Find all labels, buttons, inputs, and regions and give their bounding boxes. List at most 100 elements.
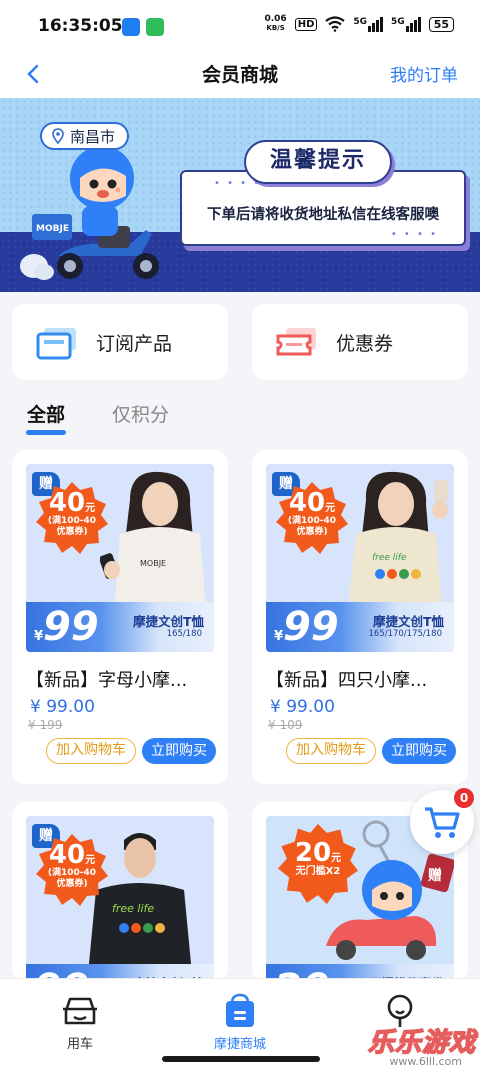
coupon-amount: 40 — [48, 840, 86, 870]
coupon-info: 40元 (满100-40 优惠券) — [36, 490, 108, 538]
coupons-entry[interactable]: 优惠券 — [252, 304, 468, 380]
strip-title: 摩捷文创T恤 — [132, 614, 204, 629]
notice-text: 下单后请将收货地址私信在线客服噢 — [207, 207, 439, 223]
coupon-name: 优惠券) — [296, 527, 328, 537]
price-strip: ¥99 摩捷文创T恤 165/180 — [26, 602, 214, 652]
product-price: ¥ 99.00 — [30, 697, 95, 717]
product-image[interactable]: free life 赠 40元 (满100-40 优惠券) 99 摩捷文创T恤 — [26, 816, 214, 982]
buy-now-button[interactable]: 立即购买 — [142, 738, 216, 764]
status-indicators: 0.06 KB/S HD 5G 5G 55 — [264, 15, 454, 33]
city-name: 南昌市 — [70, 127, 116, 146]
scooter-box-tag: MOBJE — [36, 224, 69, 234]
buy-now-button[interactable]: 立即购买 — [382, 738, 456, 764]
watermark: 乐乐游戏 www.6lll.com — [362, 1022, 480, 1072]
net-speed-unit: KB/S — [266, 24, 285, 32]
signal-5g-2-label: 5G — [391, 16, 405, 27]
shirt — [114, 527, 206, 610]
shirt-print: free life — [112, 902, 154, 915]
product-card[interactable]: MOBJE 赠 40元 (满100-40 优惠券) ¥99 摩捷文创T恤 165… — [12, 450, 228, 784]
signal-5g-1-label: 5G — [353, 16, 368, 27]
my-orders-link[interactable]: 我的订单 — [390, 61, 458, 86]
big-price-currency: ¥ — [274, 629, 284, 644]
big-price-value: 99 — [283, 604, 339, 650]
phone-notification-icon — [146, 18, 164, 36]
quick-entry-label: 优惠券 — [336, 333, 394, 355]
watermark-url: www.6lll.com — [389, 1055, 462, 1068]
notice-title: 温馨提示 — [244, 140, 392, 184]
tab-points-only[interactable]: 仅积分 — [112, 400, 169, 427]
price-strip: ¥99 摩捷文创T恤 165/170/175/180 — [266, 602, 454, 652]
strip-sizes: 165/180 — [166, 629, 202, 639]
shirt-print: MOBJE — [140, 559, 166, 568]
big-price: ¥99 — [274, 604, 339, 650]
coupon-amount: 40 — [48, 488, 86, 518]
tab-active-indicator — [26, 430, 66, 435]
notice-banner[interactable]: MOBJE 南昌市 • • • • 下单后请将收货地址私信在线客服噢 • • •… — [0, 98, 480, 292]
add-to-cart-button[interactable]: 加入购物车 — [286, 738, 376, 764]
big-price-currency: ¥ — [34, 629, 44, 644]
shopping-bag-icon — [226, 993, 254, 1027]
big-price-value: 99 — [43, 604, 99, 650]
strip-sizes: 165/170/175/180 — [368, 629, 443, 639]
decor-dots: • • • • — [390, 229, 438, 240]
scooter-mascot-illustration: MOBJE — [20, 146, 159, 280]
bottom-nav-label: 摩捷商城 — [213, 1037, 266, 1052]
coupon-condition: (满100-40 — [287, 516, 337, 526]
ticket-icon — [276, 328, 316, 356]
shopping-cart-icon — [425, 807, 460, 838]
category-tabs: 全部 仅积分 — [0, 392, 480, 442]
coupon-unit: 元 — [85, 503, 96, 514]
coupon-unit: 元 — [325, 503, 336, 514]
bottom-nav-car[interactable]: 用车 — [20, 979, 140, 1052]
product-card[interactable]: free life 赠 40元 (满100-40 优惠券) 99 摩捷文创T恤 — [12, 802, 228, 982]
cart-count-badge: 0 — [454, 788, 474, 808]
product-image[interactable]: free life 赠 40元 (满100-40 优惠券) ¥99 摩捷文创T恤… — [266, 464, 454, 652]
add-to-cart-button[interactable]: 加入购物车 — [46, 738, 136, 764]
bottom-nav-mall[interactable]: 摩捷商城 — [180, 979, 300, 1052]
coupon-amount: 40 — [288, 488, 326, 518]
net-speed-value: 0.06 — [264, 14, 287, 24]
product-name: 【新品】字母小摩... — [26, 670, 188, 691]
location-pin-icon — [52, 128, 64, 144]
coupon-info: 40元 (满100-40 优惠券) — [276, 490, 348, 538]
watermark-title: 乐乐游戏 — [367, 1027, 476, 1059]
coupon-condition: (满100-40 — [47, 868, 97, 878]
coupon-info: 40元 (满100-40 优惠券) — [36, 842, 108, 890]
car-icon — [63, 997, 97, 1025]
product-price: ¥ 99.00 — [270, 697, 335, 717]
status-bar: 16:35:05 0.06 KB/S HD 5G 5G 55 — [0, 0, 480, 52]
status-time: 16:35:05 — [38, 16, 123, 36]
coupon-name: 优惠券) — [56, 527, 88, 537]
net-speed: 0.06 KB/S — [264, 15, 286, 33]
product-original-price: ¥ 109 — [268, 718, 303, 732]
model-figure: free life — [348, 471, 448, 610]
app-notification-icon — [122, 18, 140, 36]
coupon-unit: 元 — [85, 855, 96, 866]
strip-title: 摩捷文创T恤 — [372, 614, 444, 629]
subscription-products-entry[interactable]: 订阅产品 — [12, 304, 228, 380]
shirt — [348, 527, 442, 610]
gift-tag-text: 赠 — [428, 867, 442, 884]
card-icon — [36, 328, 76, 360]
wifi-icon — [325, 16, 346, 32]
big-price: ¥99 — [34, 604, 99, 650]
nav-bar: 会员商城 我的订单 — [0, 52, 480, 98]
product-image[interactable]: MOBJE 赠 40元 (满100-40 优惠券) ¥99 摩捷文创T恤 165… — [26, 464, 214, 652]
bottom-nav-label: 用车 — [66, 1037, 93, 1052]
battery-icon: 55 — [428, 16, 454, 32]
product-name: 【新品】四只小摩... — [266, 670, 428, 691]
model-figure: MOBJE — [100, 471, 206, 610]
signal-5g-1: 5G — [353, 16, 384, 32]
coupon-condition: (满100-40 — [47, 516, 97, 526]
signal-5g-2: 5G — [391, 16, 421, 32]
coupon-name: 优惠券) — [56, 879, 88, 889]
product-original-price: ¥ 199 — [28, 718, 63, 732]
city-selector[interactable]: 南昌市 — [40, 122, 130, 150]
product-card[interactable]: free life 赠 40元 (满100-40 优惠券) ¥99 摩捷文创T恤… — [252, 450, 468, 784]
shirt-print: free life — [372, 553, 407, 563]
home-indicator[interactable] — [162, 1056, 320, 1062]
quick-entry-label: 订阅产品 — [96, 333, 173, 355]
hd-badge: HD — [294, 17, 318, 31]
tab-all[interactable]: 全部 — [27, 400, 65, 427]
floating-cart-button[interactable]: 0 — [410, 788, 474, 854]
